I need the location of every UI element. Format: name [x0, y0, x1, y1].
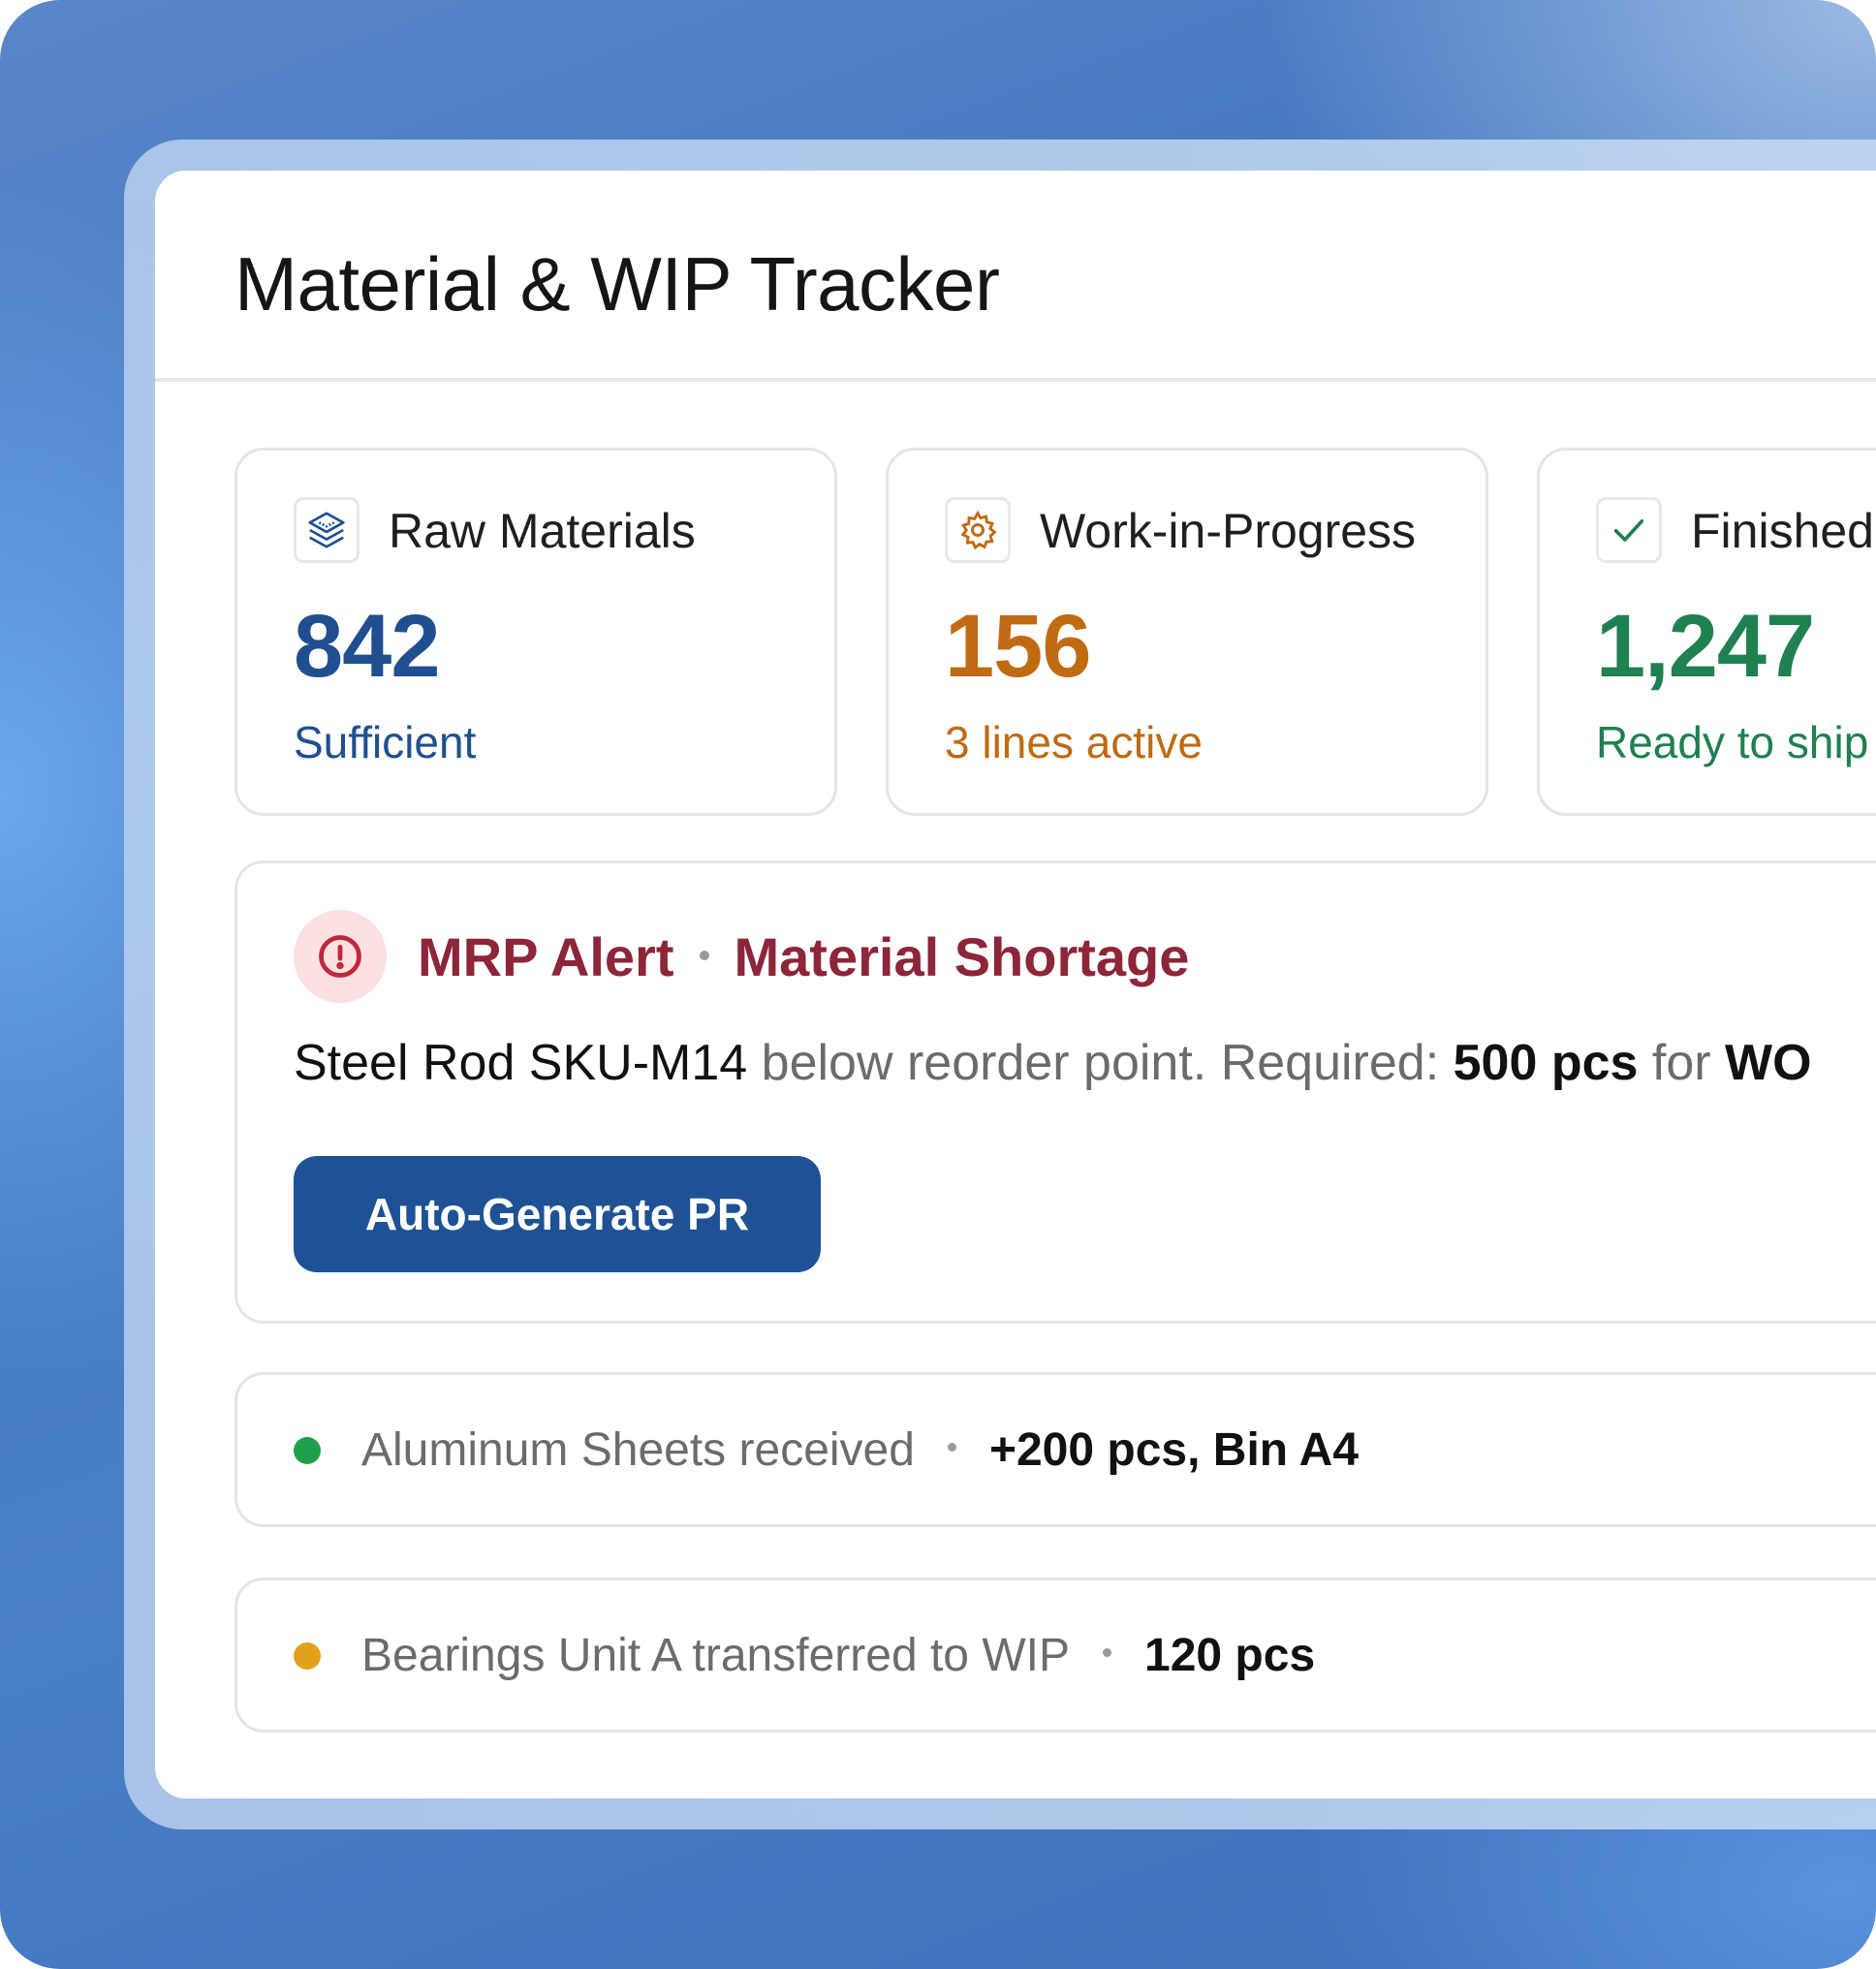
check-icon — [1596, 497, 1662, 563]
separator-dot — [947, 1442, 956, 1452]
gear-icon — [945, 497, 1011, 563]
activity-text: Bearings Unit A transferred to WIP 120 pc… — [361, 1629, 1315, 1682]
activity-item[interactable]: Aluminum Sheets received +200 pcs, Bin A4 — [234, 1372, 1876, 1527]
alert-for: for — [1638, 1035, 1725, 1091]
activity-detail: 120 pcs — [1144, 1630, 1316, 1681]
alert-type: MRP Alert — [418, 926, 674, 987]
stat-label: Work-in-Progress — [1040, 504, 1417, 558]
stat-status: 3 lines active — [945, 717, 1203, 767]
stat-card-raw-materials[interactable]: Raw Materials 842 Sufficient — [234, 448, 837, 816]
stat-status: Sufficient — [294, 717, 477, 767]
mrp-alert-card: MRP Alert Material Shortage Steel Rod SKU… — [234, 860, 1876, 1324]
alert-subtitle: Material Shortage — [734, 926, 1190, 987]
stat-card-wip[interactable]: Work-in-Progress 156 3 lines active — [886, 448, 1488, 816]
page-title: Material & WIP Tracker — [234, 241, 1000, 327]
stat-status: Ready to ship — [1596, 717, 1869, 767]
stat-value: 156 — [945, 597, 1091, 696]
separator-dot — [699, 951, 709, 961]
stat-value: 1,247 — [1596, 597, 1815, 696]
alert-circle-icon — [294, 910, 387, 1003]
activity-description: Bearings Unit A transferred to WIP — [361, 1630, 1070, 1681]
auto-generate-pr-button[interactable]: Auto-Generate PR — [294, 1156, 821, 1272]
alert-title: MRP Alert Material Shortage — [418, 925, 1189, 988]
alert-item: Steel Rod SKU-M14 — [294, 1035, 748, 1091]
layers-icon — [294, 497, 360, 563]
activity-description: Aluminum Sheets received — [361, 1424, 915, 1476]
stat-label: Finished — [1691, 504, 1874, 558]
alert-quantity: 500 pcs — [1453, 1035, 1639, 1091]
stat-value: 842 — [294, 597, 440, 696]
stat-card-finished[interactable]: Finished 1,247 Ready to ship — [1537, 448, 1876, 816]
separator-dot — [1103, 1647, 1111, 1657]
alert-text: below reorder point. Required: — [747, 1035, 1454, 1091]
alert-order: WO — [1725, 1035, 1812, 1091]
activity-detail: +200 pcs, Bin A4 — [988, 1424, 1360, 1476]
status-dot — [294, 1642, 321, 1670]
status-dot — [294, 1437, 321, 1464]
panel-header: Material & WIP Tracker — [155, 171, 1876, 382]
activity-text: Aluminum Sheets received +200 pcs, Bin A4 — [361, 1423, 1359, 1477]
alert-message: Steel Rod SKU-M14 below reorder point. R… — [294, 1034, 1812, 1092]
activity-item[interactable]: Bearings Unit A transferred to WIP 120 pc… — [234, 1578, 1876, 1733]
stat-label: Raw Materials — [389, 504, 696, 558]
tracker-panel: Material & WIP Tracker Raw Materials 842… — [155, 171, 1876, 1798]
